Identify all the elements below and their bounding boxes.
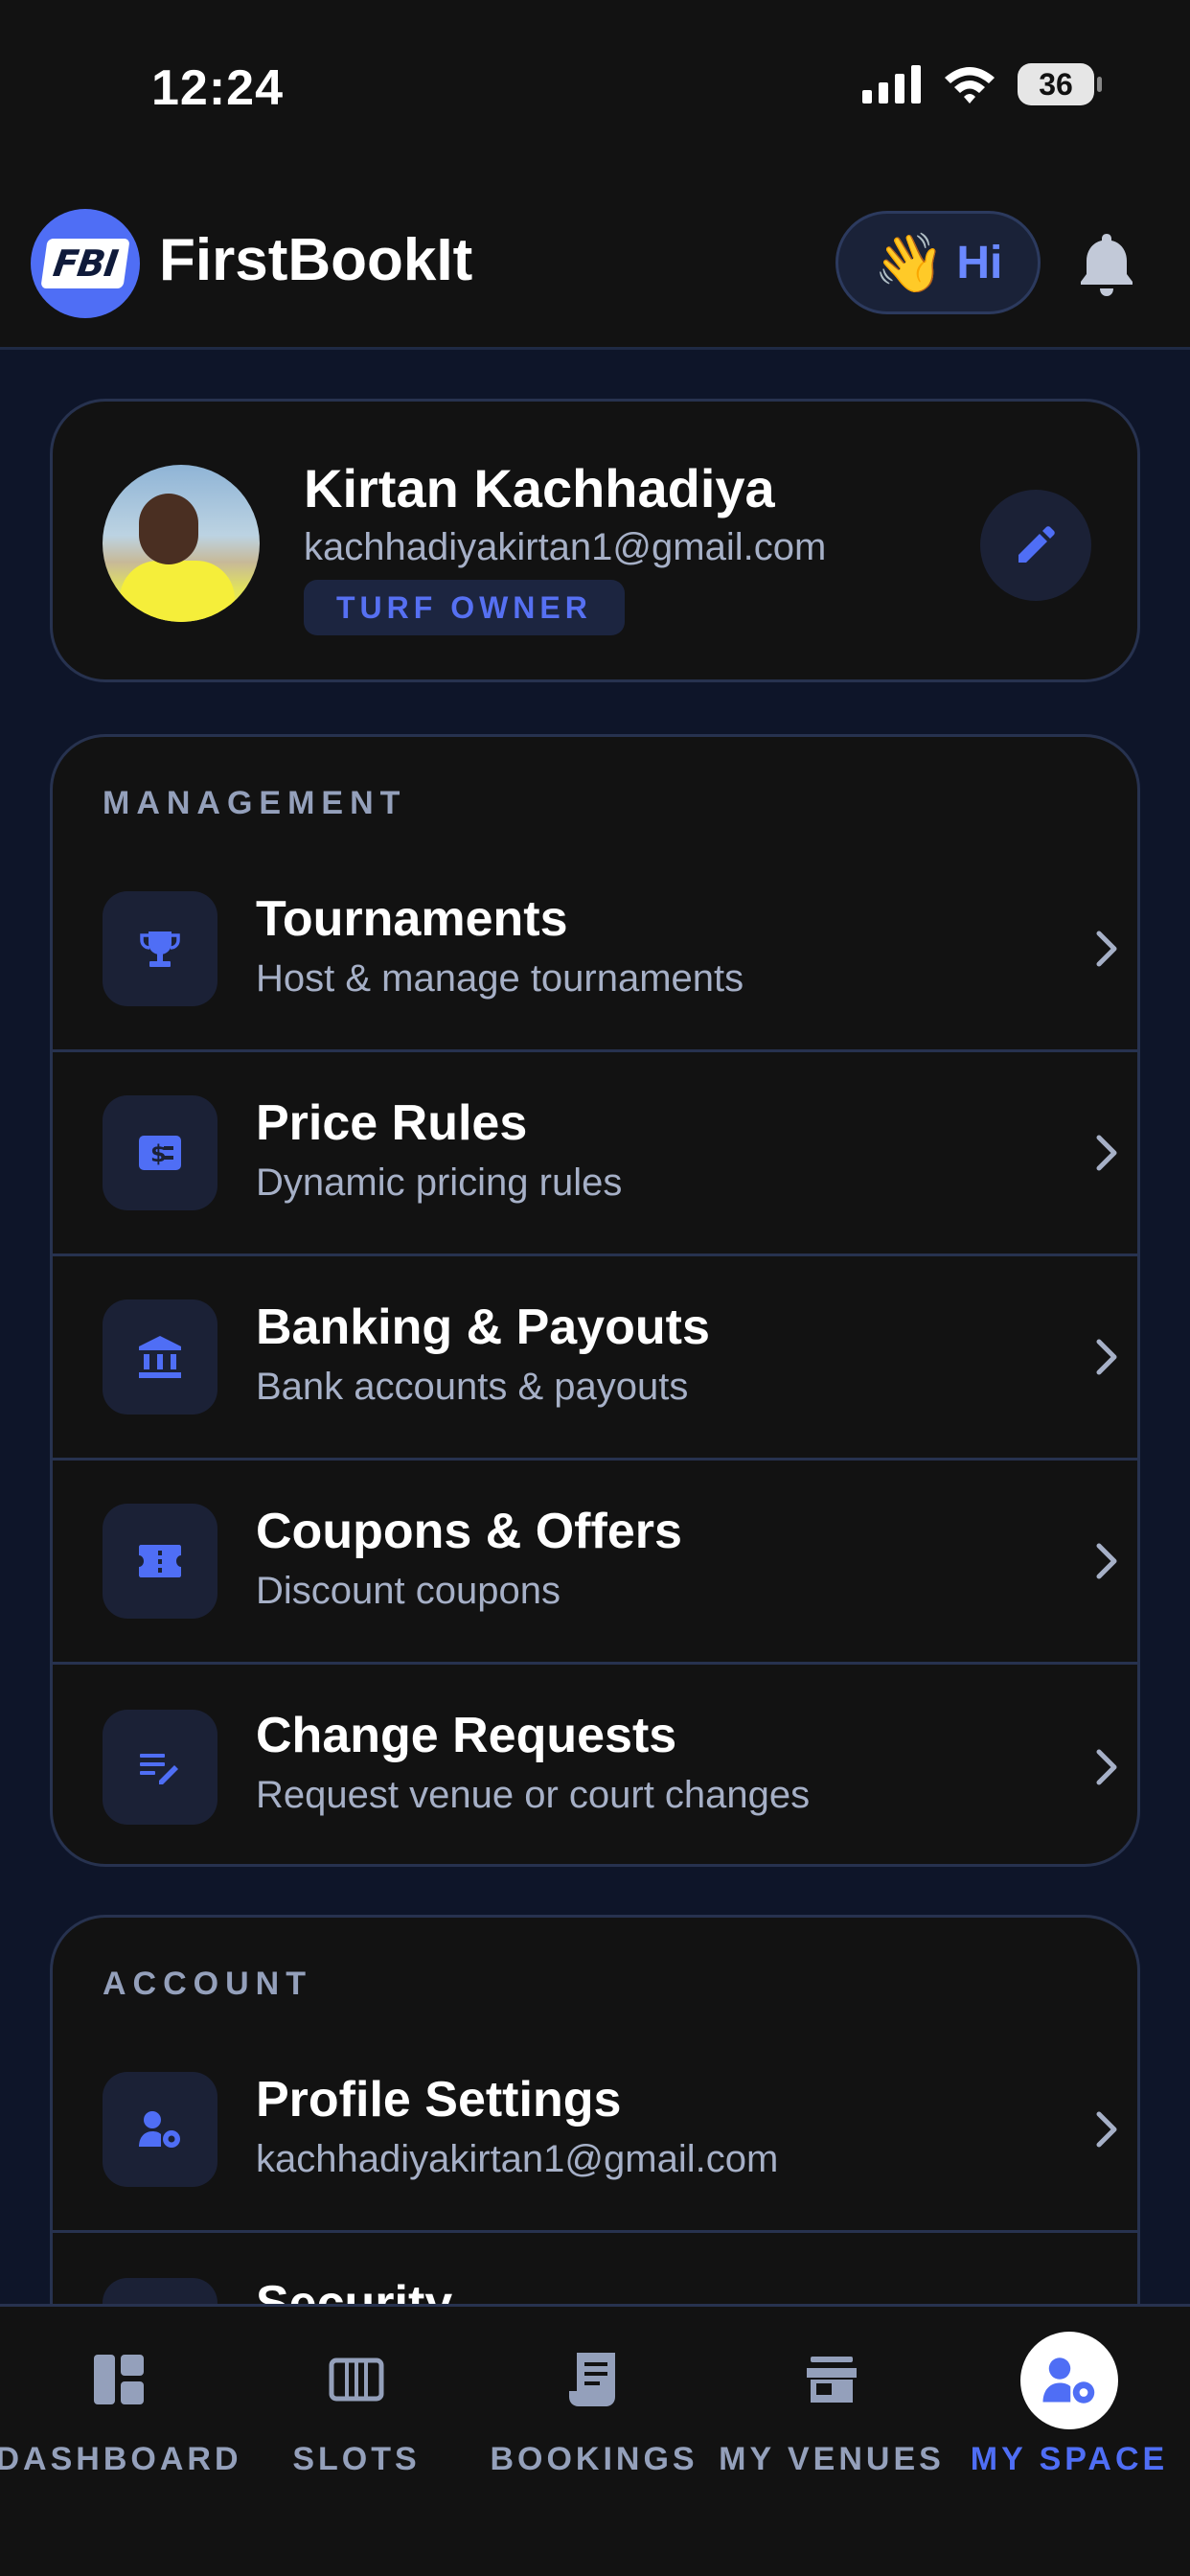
dashboard-icon: [94, 2355, 144, 2404]
menu-item-subtitle: kachhadiyakirtan1@gmail.com: [256, 2138, 779, 2180]
nav-label: BOOKINGS: [490, 2441, 698, 2477]
menu-item-title: Profile Settings: [256, 2072, 622, 2128]
menu-item-subtitle: Dynamic pricing rules: [256, 1162, 623, 1204]
app-logo: FBI: [31, 209, 140, 318]
bell-icon[interactable]: [1077, 230, 1136, 297]
nav-label: SLOTS: [292, 2441, 421, 2477]
management-section: MANAGEMENT Tournaments Host & manage tou…: [50, 734, 1140, 1867]
slots-icon: [329, 2358, 384, 2402]
menu-item-title: Change Requests: [256, 1708, 677, 1763]
role-badge: TURF OWNER: [304, 580, 625, 635]
menu-item-subtitle: Host & manage tournaments: [256, 957, 744, 1000]
battery-indicator: 36: [1018, 63, 1102, 105]
status-time: 12:24: [151, 60, 284, 116]
cellular-signal-icon: [862, 65, 921, 104]
profile-card: Kirtan Kachhadiya kachhadiyakirtan1@gmai…: [50, 399, 1140, 682]
wifi-icon: [945, 67, 995, 104]
nav-item-bookings[interactable]: BOOKINGS: [475, 2307, 713, 2498]
store-icon: [807, 2357, 857, 2403]
bookings-icon: [569, 2353, 615, 2406]
user-settings-icon: [1042, 2358, 1095, 2404]
menu-item-profile-settings[interactable]: Profile Settings kachhadiyakirtan1@gmail…: [53, 2029, 1137, 2233]
user-settings-icon: [103, 2072, 217, 2187]
trophy-icon: [103, 891, 217, 1006]
app-title: FirstBookIt: [159, 227, 473, 293]
chevron-right-icon: [1096, 1749, 1117, 1784]
menu-item-tournaments[interactable]: Tournaments Host & manage tournaments: [53, 848, 1137, 1052]
section-title-management: MANAGEMENT: [103, 785, 407, 821]
price-tag-icon: $: [103, 1095, 217, 1210]
chevron-right-icon: [1096, 1135, 1117, 1171]
wave-icon: 👋: [873, 230, 946, 295]
nav-label: DASHBOARD: [0, 2441, 242, 2477]
chevron-right-icon: [1096, 2111, 1117, 2148]
profile-name: Kirtan Kachhadiya: [304, 458, 775, 518]
coupon-icon: [103, 1504, 217, 1619]
active-indicator: [1020, 2332, 1118, 2429]
nav-item-my-space[interactable]: MY SPACE: [950, 2307, 1188, 2498]
nav-item-dashboard[interactable]: DASHBOARD: [0, 2307, 239, 2498]
app-header: FBI FirstBookIt 👋 Hi: [0, 182, 1190, 350]
nav-label: MY SPACE: [970, 2441, 1169, 2477]
menu-item-change-requests[interactable]: Change Requests Request venue or court c…: [53, 1665, 1137, 1869]
menu-item-subtitle: Request venue or court changes: [256, 1774, 811, 1816]
bottom-navigation: DASHBOARD SLOTS BOOKINGS MY VENUES MY SP…: [0, 2304, 1190, 2576]
menu-item-subtitle: Bank accounts & payouts: [256, 1366, 689, 1408]
status-icons: 36: [862, 63, 1102, 105]
nav-label: MY VENUES: [719, 2441, 945, 2477]
svg-text:$: $: [150, 1140, 167, 1167]
menu-item-title: Tournaments: [256, 891, 568, 947]
menu-item-title: Banking & Payouts: [256, 1300, 710, 1355]
edit-note-icon: [103, 1709, 217, 1825]
menu-item-coupons-offers[interactable]: Coupons & Offers Discount coupons: [53, 1460, 1137, 1665]
pencil-icon: [1018, 526, 1055, 563]
section-title-account: ACCOUNT: [103, 1966, 312, 2002]
nav-item-slots[interactable]: SLOTS: [238, 2307, 475, 2498]
menu-item-title: Price Rules: [256, 1095, 528, 1151]
status-bar: 12:24 36: [0, 0, 1190, 182]
chevron-right-icon: [1096, 1543, 1117, 1579]
nav-item-my-venues[interactable]: MY VENUES: [713, 2307, 950, 2498]
chevron-right-icon: [1096, 931, 1117, 967]
avatar: [103, 465, 260, 622]
chevron-right-icon: [1096, 1339, 1117, 1375]
logo-text: FBI: [40, 239, 130, 288]
bank-icon: [103, 1300, 217, 1414]
greeting-text: Hi: [956, 237, 1003, 288]
greeting-button[interactable]: 👋 Hi: [835, 211, 1041, 314]
profile-email: kachhadiyakirtan1@gmail.com: [304, 526, 827, 568]
menu-item-banking-payouts[interactable]: Banking & Payouts Bank accounts & payout…: [53, 1256, 1137, 1460]
menu-item-title: Coupons & Offers: [256, 1504, 682, 1559]
menu-item-price-rules[interactable]: $ Price Rules Dynamic pricing rules: [53, 1052, 1137, 1256]
menu-item-subtitle: Discount coupons: [256, 1570, 561, 1612]
edit-profile-button[interactable]: [980, 490, 1091, 601]
